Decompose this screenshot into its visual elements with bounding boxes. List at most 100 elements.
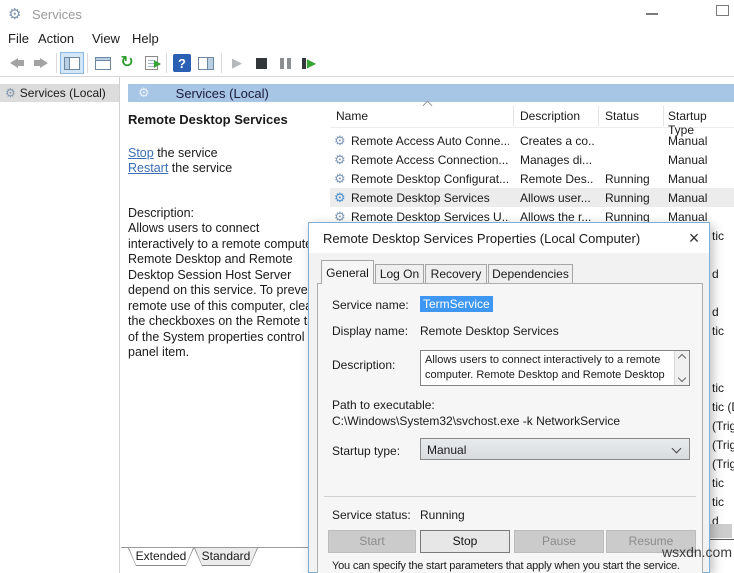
show-action-pane-icon[interactable] [194, 52, 218, 74]
horizontal-scrollbar[interactable] [709, 524, 732, 538]
scroll-up-icon[interactable] [678, 354, 686, 362]
pause-button[interactable]: Pause [514, 530, 604, 553]
stop-service-row: Stop the service [128, 146, 218, 160]
dialog-title-bar: Remote Desktop Services Properties (Loca… [309, 223, 709, 253]
table-row[interactable]: ⚙ Remote Desktop Configurat... Remote De… [330, 169, 734, 188]
pause-service-icon[interactable] [273, 52, 297, 74]
toolbar-separator [87, 53, 88, 73]
partial-startup-type: tic [712, 381, 724, 395]
list-header: Name Description Status Startup Type [330, 104, 734, 128]
table-row[interactable]: ⚙ Remote Access Connection... Manages di… [330, 150, 734, 169]
cell-description: Allows user... [520, 191, 594, 205]
cell-startup-type: Manual [668, 172, 732, 186]
tab-extended[interactable]: Extended [128, 548, 194, 566]
description-heading: Description: [128, 206, 194, 220]
service-gear-icon: ⚙ [334, 152, 346, 168]
service-status-label: Service status: [332, 508, 411, 522]
help-icon[interactable]: ? [170, 52, 194, 74]
cell-startup-type: Manual [668, 134, 732, 148]
column-separator [513, 106, 514, 126]
toolbar-separator [56, 53, 57, 73]
tab-dependencies[interactable]: Dependencies [488, 264, 573, 284]
general-tab-page: Service name: TermService Display name: … [317, 283, 703, 573]
toolbar: ↻ ? ▶ ▶ [0, 50, 734, 77]
start-parameters-note: You can specify the start parameters tha… [332, 560, 702, 572]
menu-help[interactable]: Help [132, 31, 159, 46]
minimize-button[interactable] [646, 13, 658, 15]
service-gear-icon: ⚙ [334, 171, 346, 187]
list-bottom-border [709, 539, 734, 540]
service-name-value[interactable]: TermService [420, 296, 493, 312]
cell-startup-type: Manual [668, 191, 732, 205]
window-title: Services [32, 7, 82, 22]
partial-startup-type: (Trig [712, 419, 734, 433]
tree-item-label: Services (Local) [20, 86, 106, 100]
menu-file[interactable]: File [8, 31, 29, 46]
maximize-button[interactable] [716, 5, 729, 16]
startup-type-label: Startup type: [332, 444, 400, 458]
menu-action[interactable]: Action [38, 31, 74, 46]
properties-dialog: Remote Desktop Services Properties (Loca… [308, 222, 710, 573]
partial-startup-type: tic (D [712, 400, 734, 414]
tab-standard[interactable]: Standard [194, 548, 258, 566]
startup-type-dropdown[interactable]: Manual [420, 438, 690, 460]
stop-button[interactable]: Stop [420, 530, 510, 553]
column-status[interactable]: Status [605, 109, 639, 123]
description-textbox[interactable]: Allows users to connect interactively to… [420, 350, 690, 386]
tab-recovery[interactable]: Recovery [425, 264, 487, 284]
export-list-icon[interactable] [139, 52, 163, 74]
partial-startup-type: tic [712, 229, 724, 243]
menu-bar: File Action View Help [0, 28, 734, 50]
start-button[interactable]: Start [328, 530, 416, 553]
restart-service-link[interactable]: Restart [128, 161, 168, 175]
refresh-icon[interactable]: ↻ [115, 52, 139, 74]
cell-status: Running [605, 172, 660, 186]
tab-extended-label: Extended [129, 548, 193, 565]
column-separator [598, 106, 599, 126]
tree-item-services-local[interactable]: ⚙ Services (Local) [0, 84, 119, 102]
partial-startup-type: tic [712, 476, 724, 490]
description-text: Allows users to connect interactively to… [425, 354, 665, 381]
title-bar: ⚙ Services [0, 0, 734, 28]
tab-general[interactable]: General [321, 260, 374, 284]
display-name-label: Display name: [332, 324, 408, 338]
dialog-title: Remote Desktop Services Properties (Loca… [323, 231, 640, 246]
stop-service-link[interactable]: Stop [128, 146, 154, 160]
properties-icon[interactable] [91, 52, 115, 74]
menu-view[interactable]: View [92, 31, 120, 46]
startup-type-value: Manual [427, 443, 466, 457]
back-icon[interactable] [5, 52, 29, 74]
toolbar-separator [221, 53, 222, 73]
service-gear-icon: ⚙ [334, 190, 346, 206]
partial-startup-type: tic [712, 324, 724, 338]
stop-service-suffix: the service [154, 146, 218, 160]
services-mmc-window: ⚙ Services File Action View Help ↻ ? ▶ ▶… [0, 0, 734, 573]
description-scrollbar[interactable] [674, 351, 689, 385]
forward-icon[interactable] [29, 52, 53, 74]
partial-startup-type: d [712, 305, 719, 319]
restart-service-suffix: the service [168, 161, 232, 175]
partial-startup-type: (Trig [712, 457, 734, 471]
column-description[interactable]: Description [520, 109, 580, 123]
restart-service-row: Restart the service [128, 161, 232, 175]
table-row[interactable]: ⚙ Remote Access Auto Conne... Creates a … [330, 131, 734, 150]
cell-name: Remote Access Auto Conne... [351, 134, 509, 148]
console-tree-panel: ⚙ Services (Local) [0, 77, 120, 573]
tab-log-on[interactable]: Log On [375, 264, 424, 284]
show-console-tree-icon[interactable] [60, 52, 84, 74]
column-name[interactable]: Name [336, 109, 368, 123]
restart-service-icon[interactable]: ▶ [297, 52, 321, 74]
sort-ascending-icon [423, 101, 433, 111]
close-icon[interactable]: × [681, 225, 707, 251]
stop-service-icon[interactable] [249, 52, 273, 74]
scroll-down-icon[interactable] [678, 374, 686, 382]
partial-startup-type: tic [712, 495, 724, 509]
column-separator [663, 106, 664, 126]
table-row-selected[interactable]: ⚙ Remote Desktop Services Allows user...… [330, 188, 734, 207]
cell-description: Manages di... [520, 153, 594, 167]
cell-status: Running [605, 191, 660, 205]
cell-description: Remote Des... [520, 172, 594, 186]
partial-startup-type: d [712, 267, 719, 281]
start-service-icon[interactable]: ▶ [225, 52, 249, 74]
partial-startup-type: (Trig [712, 438, 734, 452]
